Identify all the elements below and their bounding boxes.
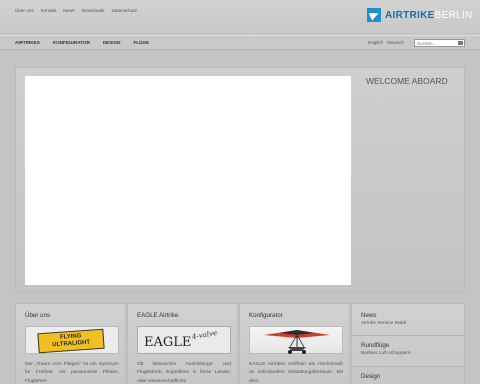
- logo-icon: [367, 8, 381, 22]
- divider: [352, 366, 464, 367]
- top-link-datenschutz[interactable]: Datenschutz: [111, 8, 137, 13]
- top-bar: Über uns Kontakt News Downloads Datensch…: [0, 0, 480, 34]
- konfigurator-image[interactable]: [249, 326, 343, 354]
- sidebar-item-rundfluege[interactable]: Rundflüge Berliner Luft schuppern: [361, 342, 411, 356]
- column-eagle-airtrike: EAGLE Airtrike EAGLE 4-valve Ob klassisc…: [127, 303, 238, 384]
- top-link-kontakt[interactable]: Kontakt: [41, 8, 57, 13]
- column-text: Ob klassischer Ausbildungs- und Flugbetr…: [137, 362, 231, 384]
- sidebar-item-news[interactable]: News Airtrike Service Mobil: [361, 312, 406, 326]
- eagle-logo-image[interactable]: EAGLE 4-valve: [137, 326, 231, 354]
- site-logo[interactable]: AIRTRIKEBERLIN: [367, 8, 473, 22]
- flying-ultralight-image[interactable]: FLYING ULTRALIGHT: [25, 326, 119, 354]
- top-link-downloads[interactable]: Downloads: [82, 8, 105, 13]
- nav-airtrikes[interactable]: AIRTRIKES: [15, 40, 40, 45]
- welcome-heading: WELCOME ABOARD: [366, 76, 448, 86]
- search-submit-button[interactable]: [458, 41, 463, 45]
- top-links: Über uns Kontakt News Downloads Datensch…: [15, 8, 137, 13]
- nav-konfigurator[interactable]: KONFIGURATOR: [53, 40, 90, 45]
- airtrike-icon: [264, 330, 330, 354]
- column-title: Über uns: [25, 312, 51, 319]
- top-link-news[interactable]: News: [63, 8, 75, 13]
- nav-fluege[interactable]: FLÜGE: [133, 40, 149, 45]
- column-title: Konfigurator: [249, 312, 283, 319]
- column-konfigurator: Konfigurator EAGLE Airtrikes eröffnen ei…: [239, 303, 350, 384]
- divider: [352, 335, 464, 336]
- main-nav: AIRTRIKES KONFIGURATOR DESIGN FLÜGE Engl…: [0, 35, 480, 50]
- hero-slideshow[interactable]: [25, 76, 351, 285]
- column-title: EAGLE Airtrike: [137, 312, 179, 319]
- lang-deutsch[interactable]: Deutsch: [387, 40, 404, 45]
- column-text: Der „Traum vom Fliegen“ ist ein Synonym …: [25, 362, 119, 384]
- logo-text: AIRTRIKEBERLIN: [385, 9, 473, 21]
- nav-design[interactable]: DESIGN: [103, 40, 121, 45]
- sidebar-links: News Airtrike Service Mobil Rundflüge Be…: [351, 303, 465, 384]
- language-switcher: English Deutsch: [368, 40, 404, 45]
- column-ueber-uns: Über uns FLYING ULTRALIGHT Der „Traum vo…: [15, 303, 126, 384]
- top-link-ueber-uns[interactable]: Über uns: [15, 8, 34, 13]
- flying-banner: FLYING ULTRALIGHT: [37, 328, 105, 354]
- hero-section: WELCOME ABOARD: [15, 67, 465, 292]
- lang-english[interactable]: English: [368, 40, 383, 45]
- sidebar-item-design[interactable]: Design: [361, 373, 380, 382]
- column-text: EAGLE Airtrikes eröffnen ein Höchstmaß a…: [249, 362, 343, 384]
